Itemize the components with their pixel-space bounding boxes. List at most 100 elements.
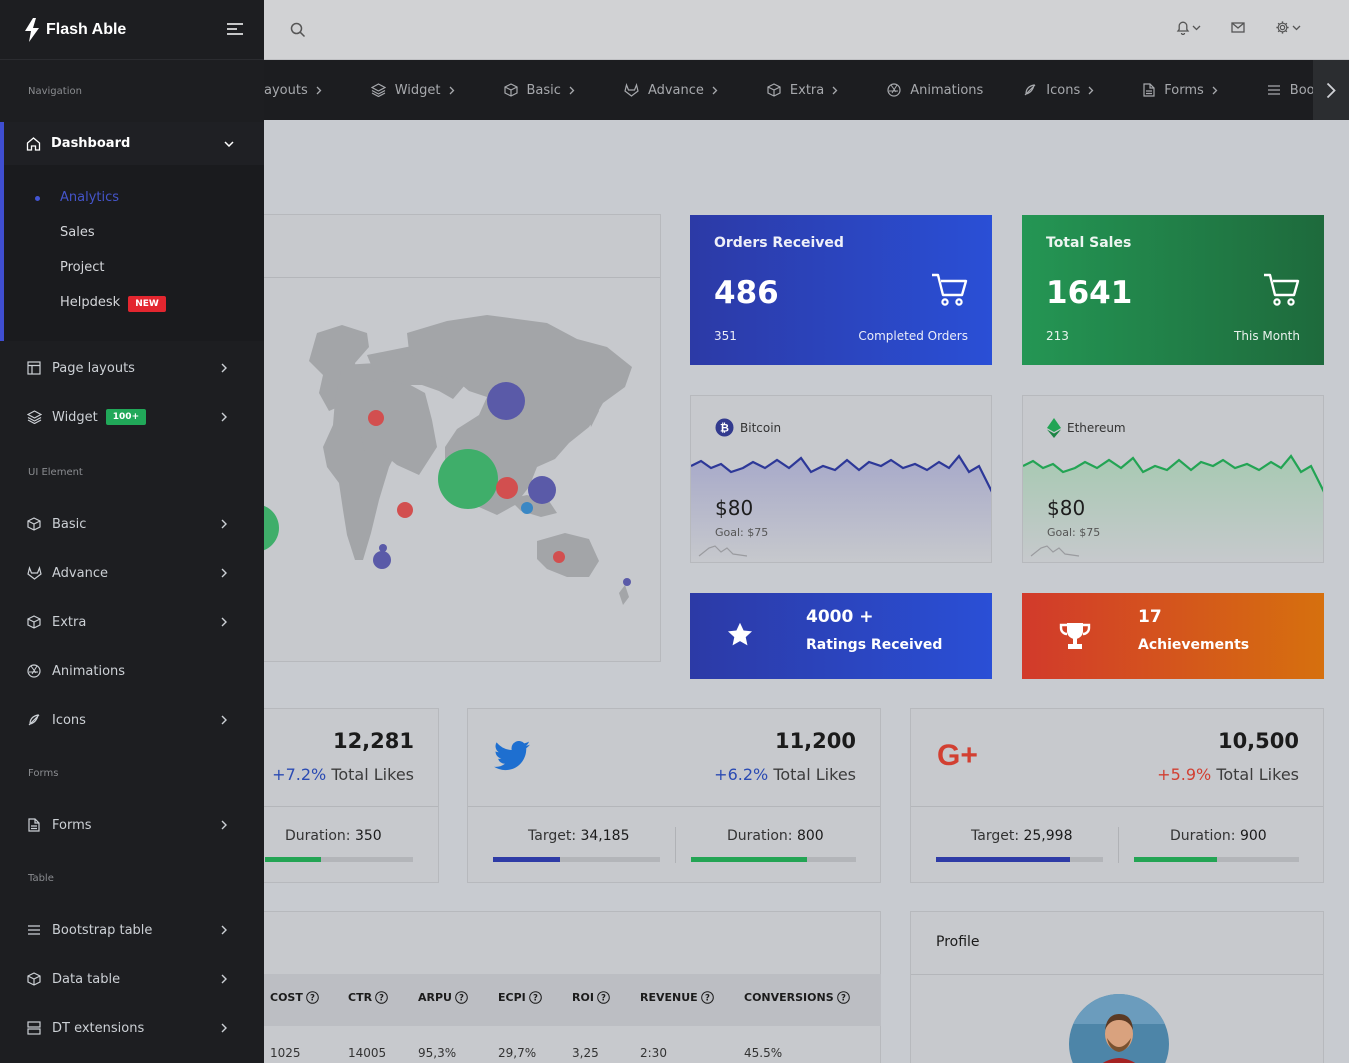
hnav-item-widget[interactable]: Widget xyxy=(370,82,464,98)
help-circle-icon[interactable]: ? xyxy=(700,991,714,1004)
social-likes: +6.2% Total Likes xyxy=(714,765,856,784)
table-header-cell: ECPI? xyxy=(498,991,542,1004)
column-label: ROI xyxy=(572,991,594,1004)
caption-navigation: Navigation xyxy=(28,86,82,97)
target-text: Target: 34,185 xyxy=(528,828,629,844)
hnav-item-label: Widget xyxy=(394,82,441,98)
hnav-item-extra[interactable]: Extra xyxy=(767,83,847,98)
help-circle-icon[interactable]: ? xyxy=(528,991,542,1004)
map-bubble xyxy=(496,477,518,499)
column-label: CONVERSIONS xyxy=(744,991,834,1004)
sidebar-item-data-table[interactable]: Data table xyxy=(0,959,264,999)
progress-fill xyxy=(265,857,322,862)
chevron-right-icon xyxy=(216,519,232,529)
help-circle-icon[interactable]: ? xyxy=(375,991,388,1004)
notifications-dropdown[interactable] xyxy=(1176,20,1201,35)
table-header-cell: CTR? xyxy=(348,991,388,1004)
hnav-item-label: Extra xyxy=(789,82,825,98)
sidebar-item-page-layouts[interactable]: Page layouts xyxy=(0,348,264,388)
map-bubble xyxy=(521,502,533,514)
hnav-item-animations[interactable]: Animations xyxy=(887,83,983,98)
trophy-icon xyxy=(1058,621,1092,651)
help-circle-icon[interactable]: ? xyxy=(306,991,319,1004)
profile-card: Profile xyxy=(910,911,1324,1063)
duration-value: 350 xyxy=(354,828,382,844)
progress-fill xyxy=(493,857,560,862)
facebook-card: 12,281 +7.2% Total Likes Duration: 350 xyxy=(246,708,439,883)
sidebar-item-extra[interactable]: Extra xyxy=(0,602,264,642)
layout-icon xyxy=(26,361,42,375)
aperture-icon xyxy=(26,664,42,678)
coin-goal: Goal: $75 xyxy=(1047,526,1101,539)
coin-price: $80 xyxy=(715,496,754,520)
hnav-item-forms[interactable]: Forms xyxy=(1143,83,1227,98)
social-pct: +5.9% xyxy=(1157,765,1212,784)
chevron-down-icon xyxy=(1192,25,1201,31)
sidebar-item-dashboard[interactable]: Dashboard xyxy=(4,122,264,165)
sidebar-subitem-sales[interactable]: Sales xyxy=(60,225,95,240)
table-cell: 1025 xyxy=(270,1046,301,1060)
ratings-label: Ratings Received xyxy=(806,637,943,653)
map-bubble xyxy=(397,502,413,518)
social-pct: +7.2% xyxy=(272,765,327,784)
progress-fill xyxy=(691,857,807,862)
table-cell: 14005 xyxy=(348,1046,387,1060)
search-icon[interactable] xyxy=(288,20,308,40)
sidebar-item-basic[interactable]: Basic xyxy=(0,504,264,544)
card-title: Orders Received xyxy=(714,235,844,251)
settings-dropdown[interactable] xyxy=(1275,20,1301,35)
sidebar-item-animations[interactable]: Animations xyxy=(0,651,264,691)
sidebar-item-label: Widget xyxy=(52,409,98,425)
hnav-item-page-layouts[interactable]: ayouts xyxy=(264,83,331,98)
help-circle-icon[interactable]: ? xyxy=(836,991,850,1004)
duration-progress xyxy=(1134,857,1299,862)
sidebar-item-dt-extensions[interactable]: DT extensions xyxy=(0,1008,264,1048)
chevron-right-icon xyxy=(216,925,232,935)
hnav-item-icons[interactable]: Icons xyxy=(1023,83,1103,98)
mail-icon[interactable] xyxy=(1231,22,1245,33)
sidebar-subitem-analytics[interactable]: Analytics xyxy=(60,190,119,205)
menu-toggle-icon[interactable] xyxy=(226,22,244,36)
hnav-item-label: Forms xyxy=(1164,82,1204,98)
chevron-right-icon xyxy=(216,412,232,422)
hnav-item-advance[interactable]: Advance xyxy=(624,83,727,98)
hnav-item-basic[interactable]: Basic xyxy=(503,82,584,98)
sidebar-subitem-project[interactable]: Project xyxy=(60,260,104,275)
sidebar-subitem-helpdesk[interactable]: Helpdesk NEW xyxy=(60,295,166,312)
card-divider xyxy=(911,974,1323,975)
hnav-item-label: Basic xyxy=(526,82,561,98)
sidebar-item-widget[interactable]: Widget 100+ xyxy=(0,397,264,437)
sidebar-item-icons[interactable]: Icons xyxy=(0,700,264,740)
svg-text:?: ? xyxy=(459,994,464,1004)
lightning-logo-icon xyxy=(24,17,40,42)
gitlab-icon xyxy=(26,566,42,580)
box-icon xyxy=(26,972,42,986)
sidebar-item-bootstrap-table[interactable]: Bootstrap table xyxy=(0,910,264,950)
coin-price: $80 xyxy=(1047,496,1086,520)
map-bubble xyxy=(368,410,384,426)
card-sub-value: 351 xyxy=(714,329,737,343)
sidebar-item-forms[interactable]: Forms xyxy=(0,805,264,845)
chevron-down-icon xyxy=(1292,25,1301,31)
ethereum-card: Ethereum $80 Goal: $75 xyxy=(1022,395,1324,563)
chevron-down-icon xyxy=(224,140,234,147)
chevron-right-icon xyxy=(316,86,322,95)
hnav-scroll-right-button[interactable] xyxy=(1313,60,1349,120)
twitter-icon xyxy=(494,741,530,771)
duration-label: Duration: xyxy=(285,828,351,844)
chevron-right-icon xyxy=(216,568,232,578)
target-label: Target: xyxy=(528,828,577,844)
help-circle-icon[interactable]: ? xyxy=(455,991,468,1004)
card-title: Total Sales xyxy=(1046,235,1132,251)
chevron-right-icon xyxy=(216,1023,232,1033)
target-progress xyxy=(936,857,1103,862)
list-icon xyxy=(26,924,42,936)
sidebar-item-advance[interactable]: Advance xyxy=(0,553,264,593)
duration-value: 900 xyxy=(1239,828,1267,844)
help-circle-icon[interactable]: ? xyxy=(597,991,610,1004)
divider xyxy=(1118,827,1119,863)
table-cell: 95,3% xyxy=(418,1046,457,1060)
caption-forms: Forms xyxy=(28,768,59,779)
divider xyxy=(675,827,676,863)
hnav-item-label: Icons xyxy=(1046,82,1081,98)
